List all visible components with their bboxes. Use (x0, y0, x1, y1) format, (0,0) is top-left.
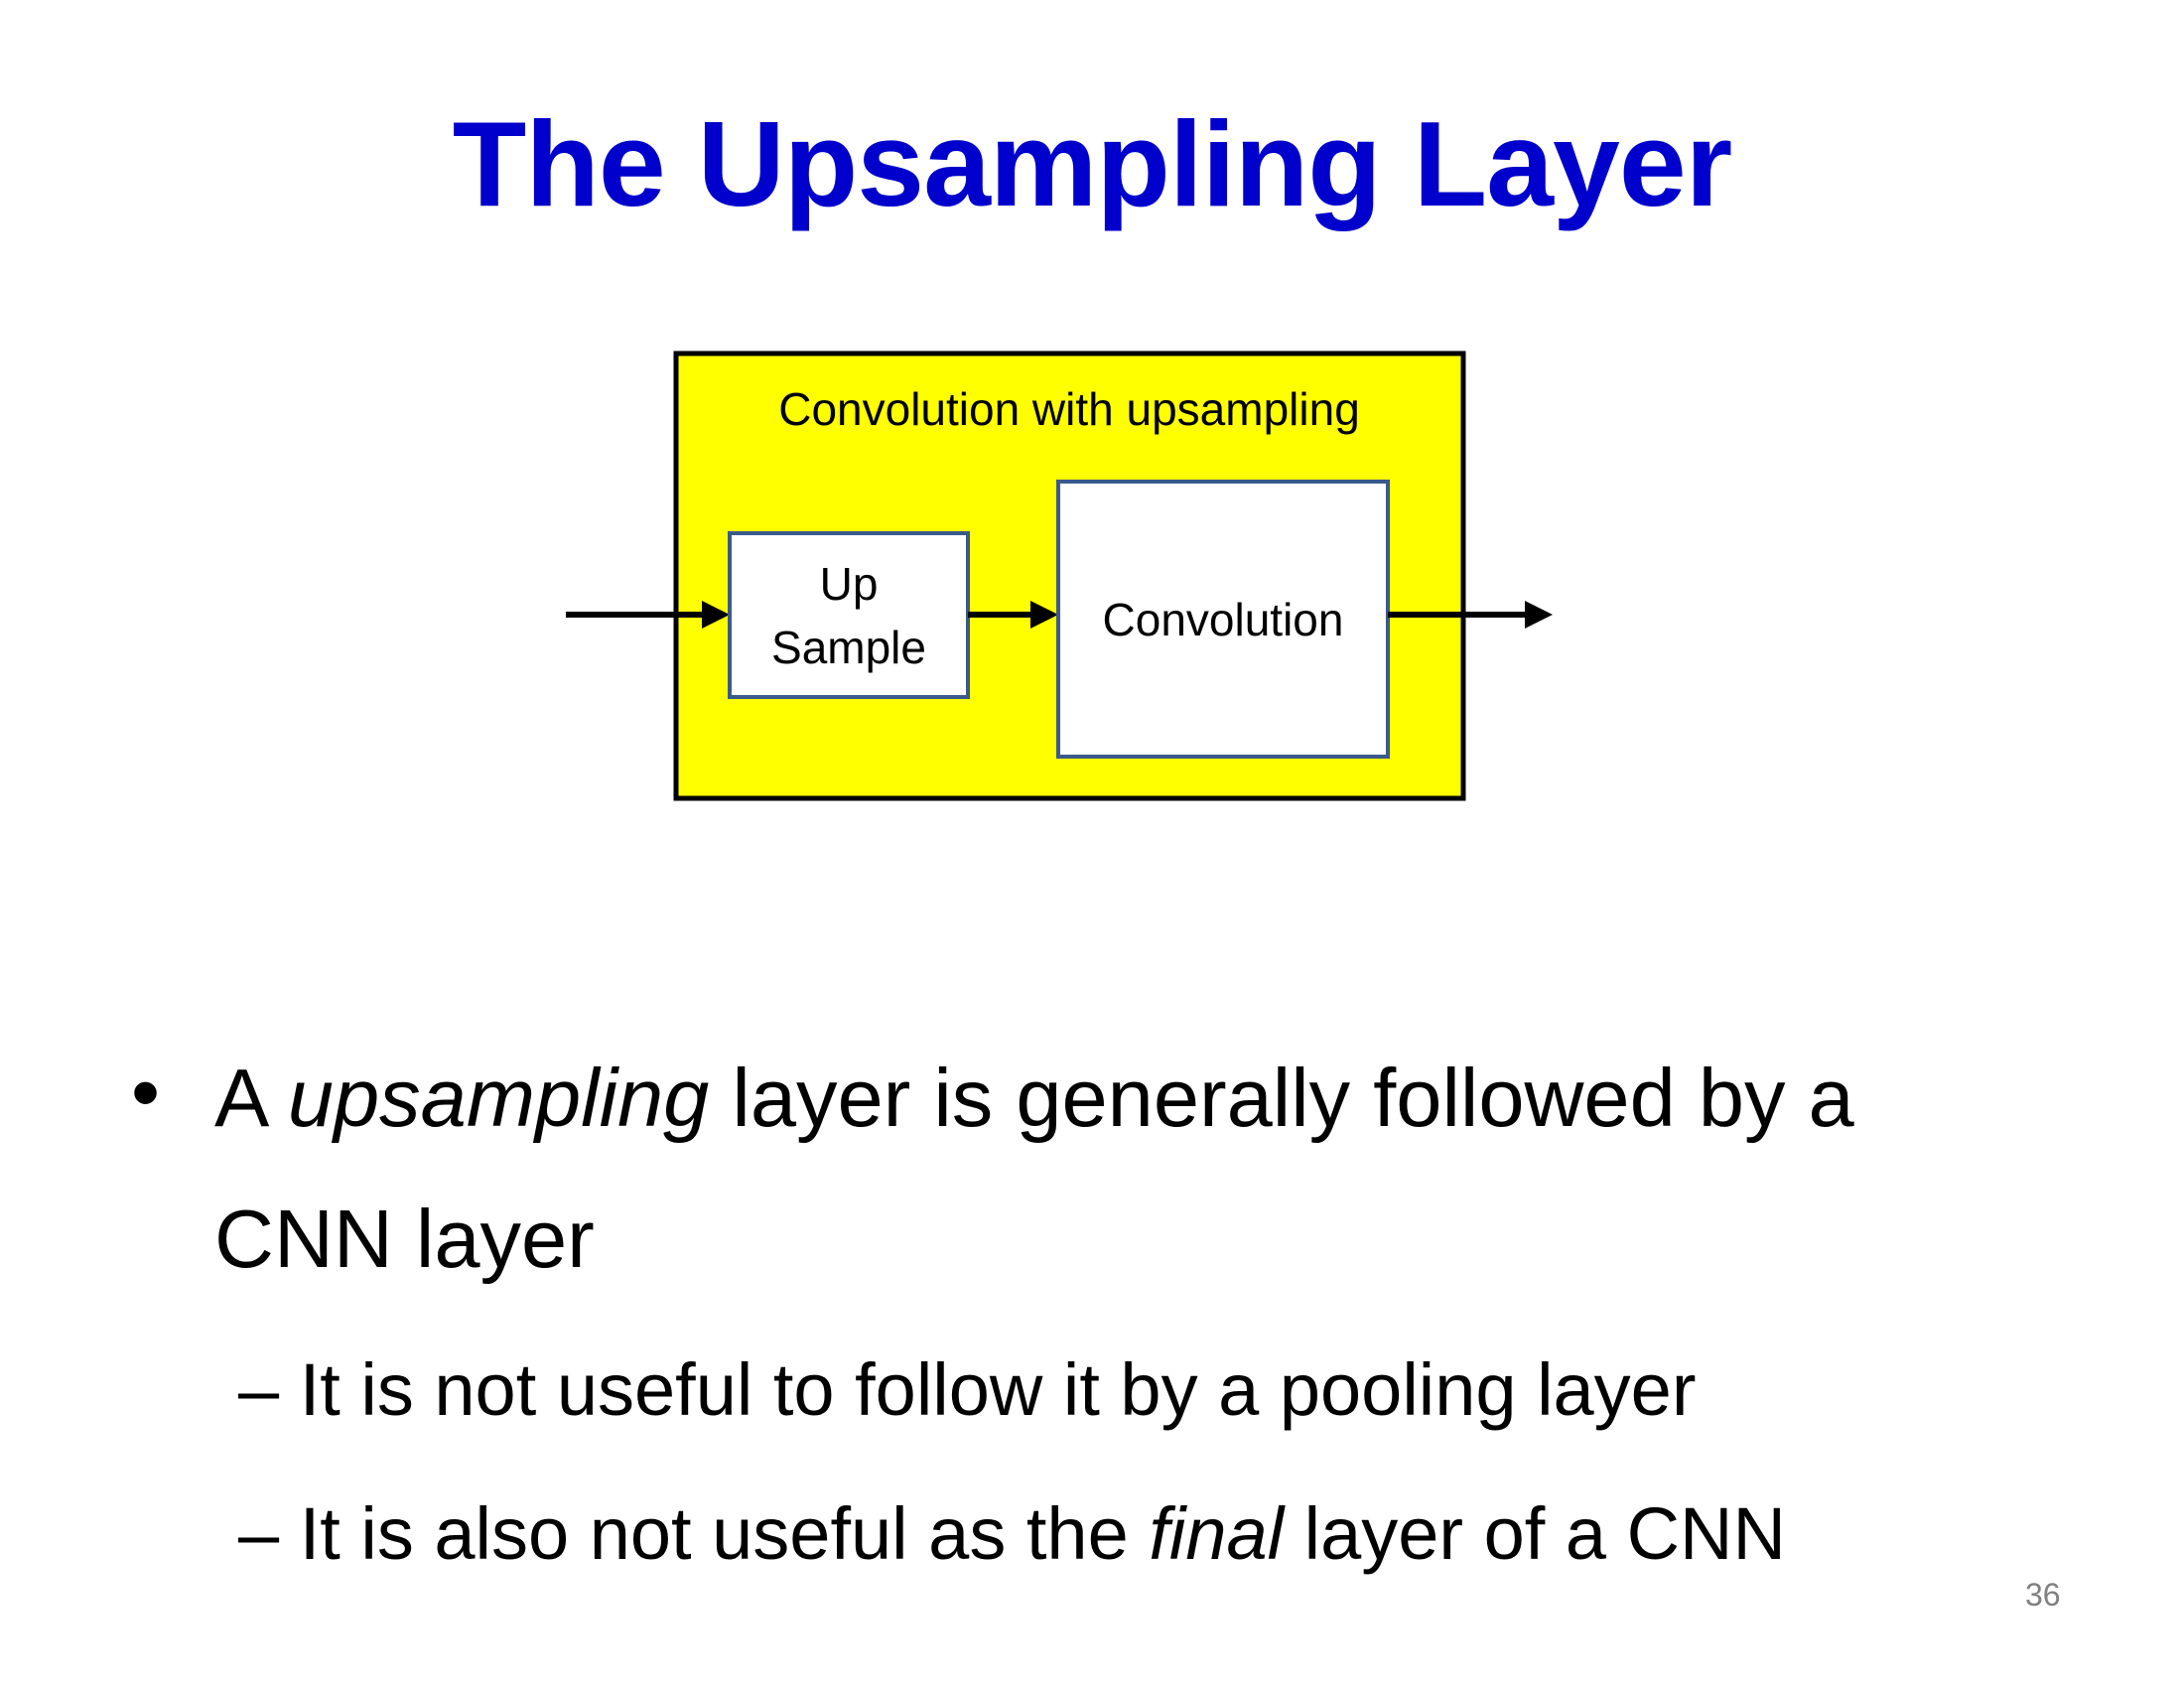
page-number: 36 (2025, 1577, 2061, 1613)
bullet-main-line1: A upsampling layer is generally followed… (214, 1056, 1854, 1139)
sub-bullet-2-text-post: layer of a CNN (1284, 1492, 1786, 1575)
bullet-main-text-post: layer is generally followed by a (709, 1052, 1854, 1144)
bullet-list: • A upsampling layer is generally follow… (0, 0, 2184, 1688)
sub-bullet-1: – It is not useful to follow it by a poo… (238, 1348, 1697, 1431)
sub-bullet-2-text-pre: – It is also not useful as the (238, 1492, 1150, 1575)
bullet-marker: • (131, 1046, 161, 1138)
bullet-main-text-pre: A (214, 1052, 288, 1144)
sub-bullet-2: – It is also not useful as the final lay… (238, 1497, 1786, 1571)
bullet-main-emphasis: upsampling (287, 1052, 710, 1144)
sub-bullet-2-emphasis: final (1149, 1492, 1285, 1575)
bullet-main-line2: CNN layer (214, 1193, 595, 1285)
